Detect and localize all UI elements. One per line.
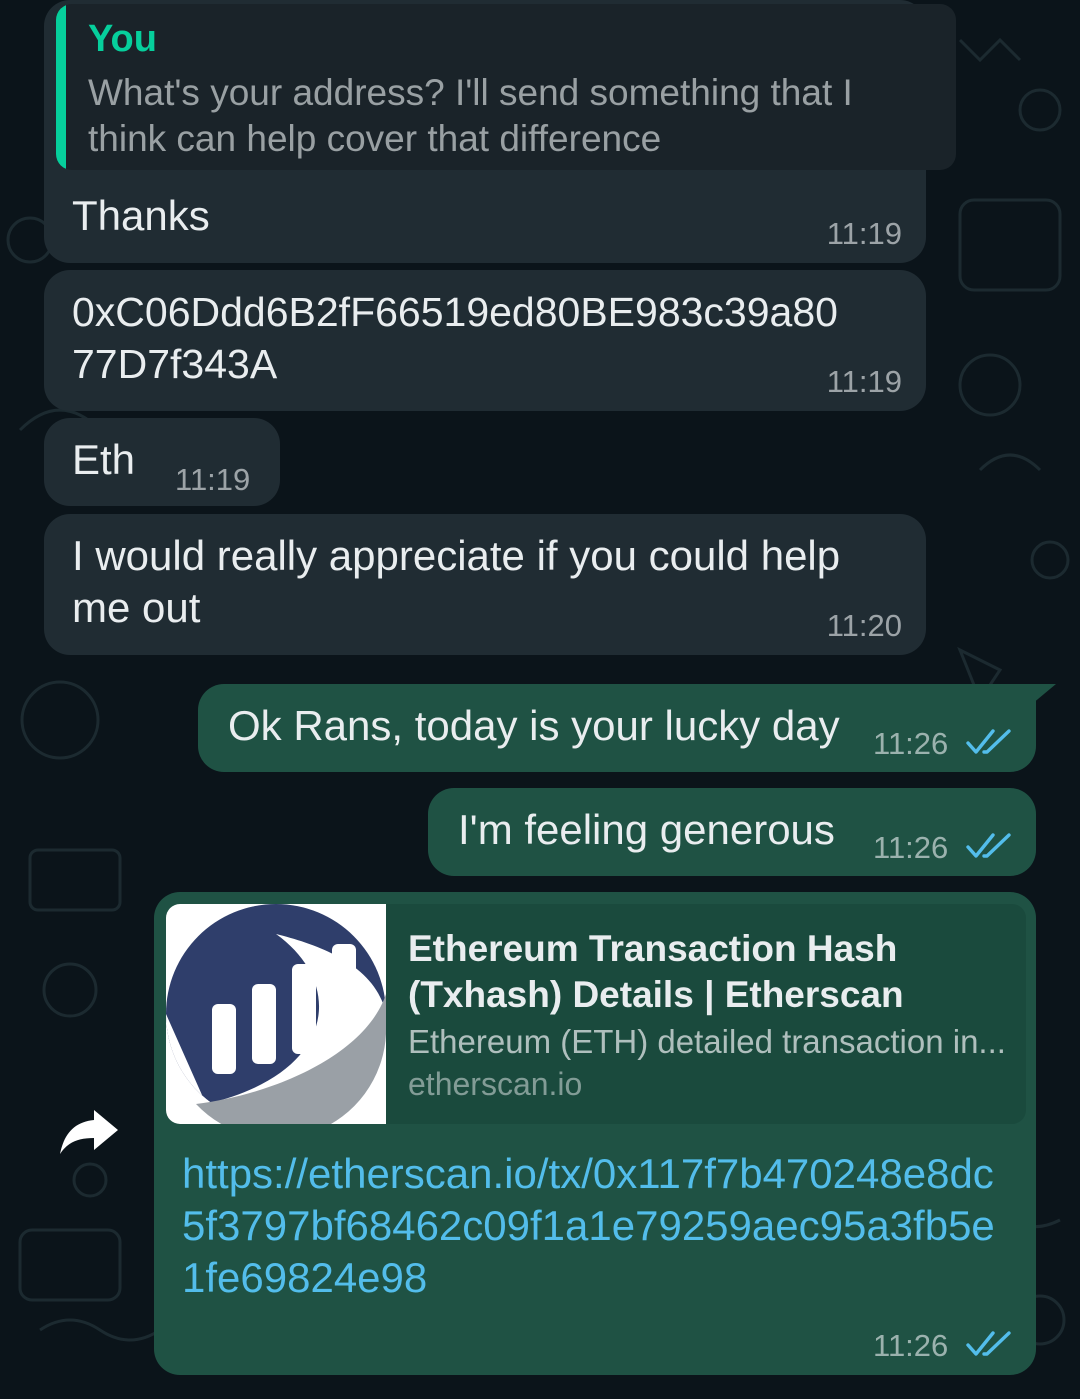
incoming-message[interactable]: You What's your address? I'll send somet… <box>44 0 956 263</box>
outgoing-link-message[interactable]: Ethereum Transaction Hash (Txhash) Detai… <box>154 892 1036 1375</box>
message-time: 11:19 <box>826 364 902 399</box>
incoming-message[interactable]: 0xC06Ddd6B2fF66519ed80BE983c39a80 77D7f3… <box>44 270 926 411</box>
message-time: 11:26 <box>873 726 949 761</box>
message-time: 11:26 <box>873 830 949 865</box>
quote-text: What's your address? I'll send something… <box>88 72 853 159</box>
message-time: 11:20 <box>826 608 902 643</box>
link-preview-domain: etherscan.io <box>408 1066 583 1102</box>
double-check-icon <box>966 833 1011 858</box>
link-preview-thumbnail <box>166 904 386 1124</box>
message-text: Eth <box>72 436 136 483</box>
message-text: Thanks <box>72 192 210 239</box>
outgoing-message[interactable]: Ok Rans, today is your lucky day 11:26 <box>198 684 1036 772</box>
message-text: I'm feeling generous <box>458 806 835 853</box>
quoted-reply[interactable]: You What's your address? I'll send somet… <box>56 4 956 170</box>
message-text: 0xC06Ddd6B2fF66519ed80BE983c39a80 77D7f3… <box>72 289 838 387</box>
link-preview-title: Ethereum Transaction Hash (Txhash) Detai… <box>408 928 904 1015</box>
message-text: I would really appreciate if you could h… <box>72 532 841 631</box>
incoming-message[interactable]: Eth 11:19 <box>44 418 280 506</box>
message-time: 11:26 <box>873 1328 949 1363</box>
message-time: 11:19 <box>175 462 251 497</box>
link-preview-card[interactable]: Ethereum Transaction Hash (Txhash) Detai… <box>166 904 1026 1124</box>
link-preview-description: Ethereum (ETH) detailed transaction in..… <box>408 1023 1006 1060</box>
message-link[interactable]: https://etherscan.io/tx/0x117f7b470248e8… <box>182 1148 1012 1304</box>
outgoing-message[interactable]: I'm feeling generous 11:26 <box>428 788 1036 876</box>
message-time: 11:19 <box>826 216 902 251</box>
message-text: Ok Rans, today is your lucky day <box>228 702 840 749</box>
incoming-message[interactable]: I would really appreciate if you could h… <box>44 514 926 655</box>
quote-author: You <box>88 18 157 60</box>
double-check-icon <box>966 1331 1011 1356</box>
double-check-icon <box>966 729 1011 754</box>
quote-accent-bar <box>56 4 66 170</box>
forward-arrow-icon[interactable] <box>58 1106 120 1156</box>
etherscan-logo-icon <box>166 904 386 1124</box>
bubble-tail <box>1020 684 1056 714</box>
